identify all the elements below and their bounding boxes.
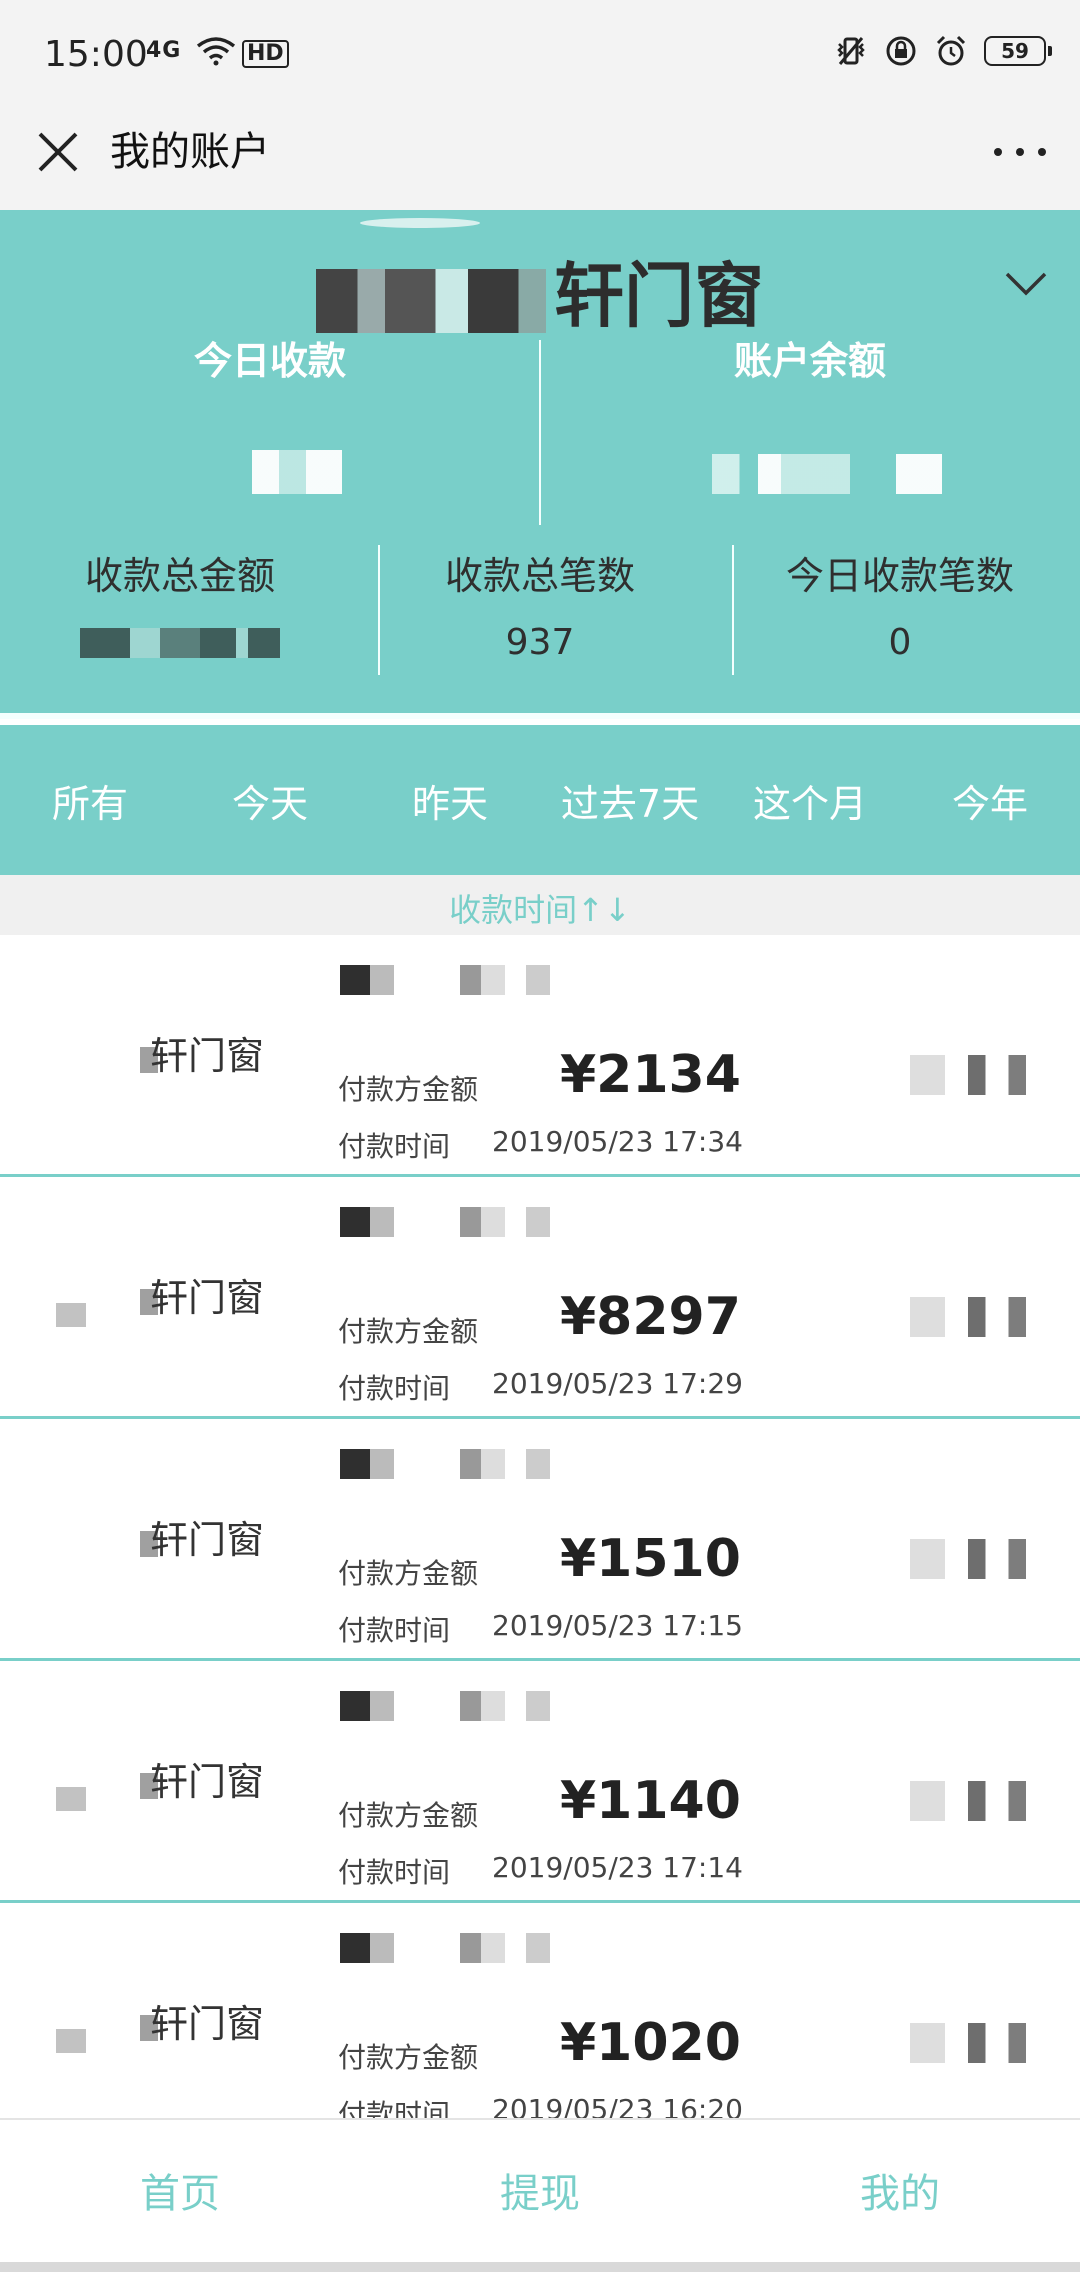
redacted-mask — [56, 2029, 86, 2053]
status-time: 15:00 — [44, 34, 148, 75]
today-count-stat: 今日收款笔数 0 — [720, 545, 1080, 663]
redacted-mask — [910, 1539, 1026, 1579]
payee-name: 轩门窗 — [150, 1034, 265, 1078]
page-title: 我的账户 — [110, 129, 270, 175]
total-count-stat: 收款总笔数 937 — [360, 545, 720, 663]
balance-label: 账户余额 — [733, 339, 886, 383]
filter-last-7-days[interactable]: 过去7天 — [540, 725, 720, 875]
transaction-row[interactable]: 轩门窗 付款方金额 ¥8297 付款时间 2019/05/23 17:29 — [0, 1177, 1080, 1419]
redacted-mask — [316, 268, 546, 333]
amount-value: ¥1020 — [560, 2013, 741, 2073]
amount-label: 付款方金额 — [338, 1315, 479, 1348]
amount-value: ¥2134 — [560, 1045, 741, 1105]
today-income-label: 今日收款 — [193, 339, 346, 383]
payee-name: 轩门窗 — [150, 1518, 265, 1562]
hd-icon: HD — [242, 40, 289, 68]
time-label: 付款时间 — [338, 1614, 451, 1647]
time-label: 付款时间 — [338, 1130, 451, 1163]
total-amount-label: 收款总金额 — [84, 554, 275, 598]
status-right-icons: 59 — [834, 34, 1052, 68]
tab-withdraw-label: 提现 — [500, 2171, 580, 2217]
bottom-tab-bar: 首页 提现 我的 — [0, 2118, 1080, 2272]
shop-name[interactable]: 轩门窗 — [0, 240, 1080, 341]
redacted-mask — [340, 1207, 640, 1237]
amount-label: 付款方金额 — [338, 1799, 479, 1832]
sort-by-time-button[interactable]: 收款时间↑↓ — [0, 885, 1080, 931]
signal-icon: 4G — [146, 38, 182, 63]
shop-name-text: 轩门窗 — [554, 255, 764, 337]
status-bar: 15:00 4G HD 59 — [0, 0, 1080, 110]
amount-value: ¥8297 — [560, 1287, 741, 1347]
tab-withdraw[interactable]: 提现 — [360, 2120, 720, 2272]
redacted-mask — [340, 1449, 640, 1479]
time-value: 2019/05/23 17:34 — [492, 1125, 743, 1158]
total-count-value: 937 — [505, 622, 575, 663]
transaction-row[interactable]: 轩门窗 付款方金额 ¥1140 付款时间 2019/05/23 17:14 — [0, 1661, 1080, 1903]
time-label: 付款时间 — [338, 1372, 451, 1405]
total-count-label: 收款总笔数 — [444, 554, 635, 598]
chevron-down-icon[interactable] — [1004, 270, 1048, 298]
date-filter-tabs: 所有 今天 昨天 过去7天 这个月 今年 — [0, 725, 1080, 875]
tab-home-label: 首页 — [140, 2171, 220, 2217]
redacted-mask — [910, 1781, 1026, 1821]
amount-label: 付款方金额 — [338, 1557, 479, 1590]
divider — [539, 340, 541, 525]
wifi-icon — [196, 37, 236, 66]
vibrate-icon — [837, 37, 865, 65]
header-divider — [0, 713, 1080, 719]
redacted-mask — [340, 1691, 640, 1721]
time-value: 2019/05/23 17:29 — [492, 1367, 743, 1400]
time-label: 付款时间 — [338, 1856, 451, 1889]
lock-rotation-icon — [886, 36, 916, 66]
more-options-icon[interactable] — [990, 124, 1050, 180]
redacted-mask — [56, 1303, 86, 1327]
total-amount-stat: 收款总金额 — [0, 545, 360, 662]
sort-row: 收款时间↑↓ — [0, 875, 1080, 935]
filter-all[interactable]: 所有 — [0, 725, 180, 875]
tab-home[interactable]: 首页 — [0, 2120, 360, 2272]
filter-this-year[interactable]: 今年 — [900, 725, 1080, 875]
transaction-row[interactable]: 轩门窗 付款方金额 ¥1020 付款时间 2019/05/23 16:20 — [0, 1903, 1080, 2145]
today-count-label: 今日收款笔数 — [785, 554, 1014, 598]
alarm-icon — [936, 35, 966, 66]
nav-bar: 我的账户 — [0, 110, 1080, 210]
redacted-today-income — [252, 450, 342, 494]
payee-name: 轩门窗 — [150, 2002, 265, 2046]
filter-yesterday[interactable]: 昨天 — [360, 725, 540, 875]
redacted-mask — [340, 1933, 640, 1963]
time-value: 2019/05/23 17:14 — [492, 1851, 743, 1884]
transaction-row[interactable]: 轩门窗 付款方金额 ¥2134 付款时间 2019/05/23 17:34 — [0, 935, 1080, 1177]
tab-mine[interactable]: 我的 — [720, 2120, 1080, 2272]
tab-mine-label: 我的 — [860, 2171, 940, 2217]
amount-label: 付款方金额 — [338, 2041, 479, 2074]
account-summary: 轩门窗 今日收款 账户余额 收款总金额 收款总笔数 937 今日收款笔数 0 — [0, 210, 1080, 719]
amount-value: ¥1510 — [560, 1529, 741, 1589]
today-count-value: 0 — [888, 622, 912, 663]
redacted-total-amount — [80, 628, 280, 658]
payee-name: 轩门窗 — [150, 1760, 265, 1804]
home-indicator — [0, 2262, 1080, 2272]
redacted-mask — [910, 1055, 1026, 1095]
transaction-row[interactable]: 轩门窗 付款方金额 ¥1510 付款时间 2019/05/23 17:15 — [0, 1419, 1080, 1661]
redacted-balance — [712, 454, 942, 494]
amount-value: ¥1140 — [560, 1771, 741, 1831]
battery-icon: 59 — [984, 36, 1052, 66]
time-value: 2019/05/23 17:15 — [492, 1609, 743, 1642]
close-icon[interactable] — [30, 124, 86, 180]
amount-label: 付款方金额 — [338, 1073, 479, 1106]
filter-today[interactable]: 今天 — [180, 725, 360, 875]
payee-name: 轩门窗 — [150, 1276, 265, 1320]
redacted-mask — [340, 965, 640, 995]
transaction-list: 轩门窗 付款方金额 ¥2134 付款时间 2019/05/23 17:34 轩门… — [0, 935, 1080, 2145]
header-decoration — [360, 218, 480, 228]
redacted-mask — [910, 1297, 1026, 1337]
redacted-mask — [56, 1787, 86, 1811]
redacted-mask — [910, 2023, 1026, 2063]
filter-this-month[interactable]: 这个月 — [720, 725, 900, 875]
